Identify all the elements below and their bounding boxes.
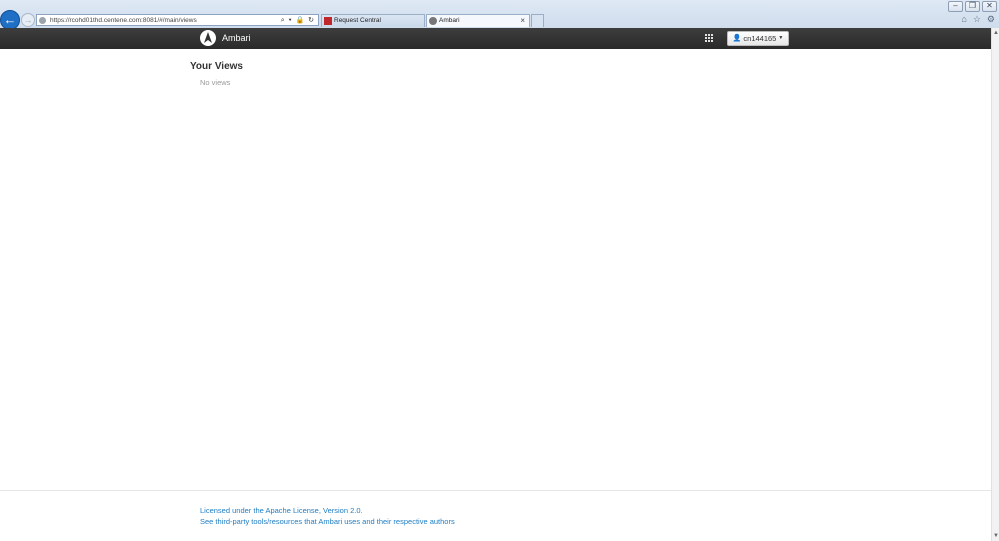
- top-navbar: Ambari 👤 cn144165 ▼: [0, 28, 991, 49]
- browser-chrome: – ❐ ✕ ← → https://rcohd01thd.centene.com…: [0, 0, 999, 30]
- address-text: https://rcohd01thd.centene.com:8081/#/ma…: [50, 17, 197, 24]
- back-arrow-icon[interactable]: ←: [0, 10, 20, 30]
- user-menu-button[interactable]: 👤 cn144165 ▼: [727, 31, 789, 46]
- vertical-scrollbar[interactable]: ▲ ▼: [991, 28, 999, 541]
- forward-arrow-icon[interactable]: →: [21, 13, 35, 27]
- window-controls: – ❐ ✕: [948, 1, 997, 12]
- page-title: Your Views: [190, 61, 243, 72]
- scroll-down-icon[interactable]: ▼: [992, 533, 999, 539]
- ambari-logo-icon[interactable]: [200, 30, 216, 46]
- close-tab-icon[interactable]: ×: [520, 15, 525, 27]
- restore-icon[interactable]: ❐: [965, 1, 980, 12]
- tab-label: Ambari: [439, 17, 460, 24]
- tab-request-central[interactable]: Request Central: [321, 14, 425, 27]
- footer-divider: [0, 490, 991, 491]
- ambari-favicon-icon: [429, 17, 437, 25]
- home-icon[interactable]: ⌂: [961, 14, 966, 25]
- favorites-star-icon[interactable]: ☆: [973, 14, 981, 25]
- license-link[interactable]: Licensed under the Apache License, Versi…: [200, 506, 363, 515]
- minimize-icon[interactable]: –: [948, 1, 963, 12]
- views-grid-icon[interactable]: [705, 34, 714, 43]
- brand-name[interactable]: Ambari: [222, 31, 251, 45]
- user-icon: 👤: [732, 35, 742, 42]
- empty-views-message: No views: [200, 78, 231, 87]
- username: cn144165: [743, 34, 777, 43]
- scroll-up-icon[interactable]: ▲: [992, 30, 999, 36]
- close-window-icon[interactable]: ✕: [982, 1, 997, 12]
- address-tools[interactable]: ⌕ ▾ 🔒 ↻: [281, 15, 315, 25]
- new-tab-button[interactable]: [531, 14, 544, 27]
- tab-label: Request Central: [334, 17, 381, 24]
- request-central-favicon-icon: [324, 17, 332, 25]
- tab-ambari[interactable]: Ambari ×: [426, 14, 530, 27]
- settings-gear-icon[interactable]: ⚙: [987, 14, 995, 25]
- caret-down-icon: ▼: [778, 35, 784, 41]
- third-party-link[interactable]: See third-party tools/resources that Amb…: [200, 517, 455, 526]
- address-bar[interactable]: https://rcohd01thd.centene.com:8081/#/ma…: [36, 14, 319, 26]
- site-icon: [39, 17, 46, 24]
- browser-toolbar-icons: ⌂ ☆ ⚙: [961, 14, 995, 25]
